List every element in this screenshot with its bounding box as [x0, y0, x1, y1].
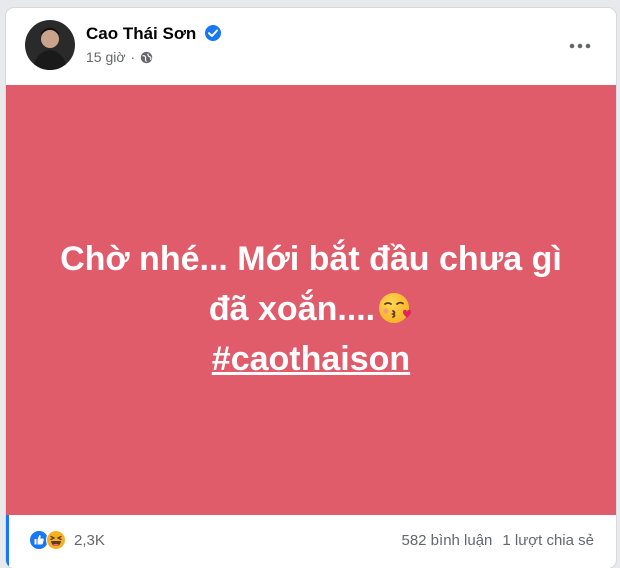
more-options-icon	[569, 43, 591, 49]
engagement-stats: 582 bình luận 1 lượt chia sẻ	[401, 532, 594, 549]
face-blowing-kiss-icon	[379, 293, 412, 323]
post-text-line-2-text: đã xoắn....	[208, 290, 376, 328]
avatar-image	[25, 20, 75, 70]
post-text: Chờ nhé... Mới bắt đầu chưa gì đã xoắn..…	[41, 234, 581, 384]
reaction-count: 2,3K	[74, 531, 105, 549]
post-footer: 2,3K 582 bình luận 1 lượt chia sẻ	[6, 515, 616, 568]
post-card: Cao Thái Sơn 15 giờ · Chờ nhé... Mới bắt…	[6, 8, 616, 568]
post-text-line-1: Chờ nhé... Mới bắt đầu chưa gì	[60, 240, 562, 278]
post-hashtag-link[interactable]: #caothaison	[212, 340, 410, 378]
shares-count[interactable]: 1 lượt chia sẻ	[502, 532, 594, 549]
more-options-button[interactable]	[562, 28, 598, 64]
globe-icon[interactable]	[140, 51, 153, 64]
post-text-line-2: đã xoắn....	[41, 284, 581, 334]
author-name[interactable]: Cao Thái Sơn	[86, 24, 196, 44]
verified-badge-icon	[205, 25, 221, 41]
post-background: Chờ nhé... Mới bắt đầu chưa gì đã xoắn..…	[6, 85, 616, 515]
avatar[interactable]	[25, 20, 75, 70]
post-hashtag-line: #caothaison	[41, 334, 581, 384]
post-header: Cao Thái Sơn 15 giờ ·	[6, 8, 616, 85]
reactions-summary[interactable]: 2,3K	[29, 530, 105, 550]
meta-separator: ·	[130, 49, 136, 65]
haha-icon	[46, 530, 66, 550]
post-time[interactable]: 15 giờ	[86, 49, 126, 65]
post-meta: 15 giờ ·	[86, 49, 153, 65]
comments-count[interactable]: 582 bình luận	[401, 532, 492, 549]
